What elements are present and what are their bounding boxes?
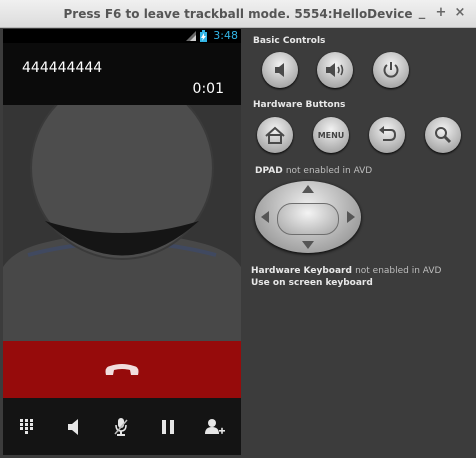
basic-controls-label: Basic Controls	[253, 36, 326, 46]
maximize-button[interactable]: +	[433, 5, 449, 21]
power-icon	[383, 62, 399, 78]
dpad-down-icon[interactable]	[302, 241, 314, 249]
speaker-icon	[67, 418, 78, 435]
back-arrow-icon	[379, 126, 397, 141]
battery-icon	[200, 30, 207, 42]
speaker-button[interactable]	[50, 398, 97, 455]
search-icon	[435, 127, 452, 144]
minimize-button[interactable]: _	[414, 5, 430, 21]
signal-icon	[186, 31, 196, 41]
dpad-label: DPAD not enabled in AVD	[255, 166, 372, 176]
volume-up-icon	[326, 63, 344, 77]
menu-button[interactable]: MENU	[313, 117, 349, 153]
mute-button[interactable]	[97, 398, 144, 455]
add-contact-icon	[204, 418, 225, 434]
hardware-buttons-label: Hardware Buttons	[253, 100, 346, 110]
end-call-button[interactable]	[3, 341, 241, 398]
hold-button[interactable]	[144, 398, 191, 455]
volume-down-button[interactable]	[262, 52, 298, 88]
hardware-keyboard-title: Hardware Keyboard	[251, 266, 352, 276]
close-button[interactable]: ×	[452, 5, 468, 21]
dpad-right-icon[interactable]	[347, 211, 355, 223]
window-title-bar[interactable]: Press F6 to leave trackball mode. 5554:H…	[0, 0, 476, 28]
call-info: 444444444 0:01	[3, 43, 241, 105]
status-bar: 3:48	[3, 29, 241, 43]
dpad-left-icon[interactable]	[261, 211, 269, 223]
volume-up-button[interactable]	[317, 52, 353, 88]
menu-button-label: MENU	[317, 130, 345, 140]
window-title: Press F6 to leave trackball mode. 5554:H…	[63, 7, 413, 21]
onscreen-keyboard-link[interactable]: Use on screen keyboard	[251, 278, 373, 288]
call-controls-bar	[3, 398, 241, 455]
end-call-icon	[105, 364, 139, 375]
caller-number: 444444444	[22, 60, 103, 76]
add-call-button[interactable]	[191, 398, 238, 455]
microphone-muted-icon	[113, 417, 128, 436]
dialpad-button[interactable]	[3, 398, 50, 455]
status-time: 3:48	[213, 29, 238, 42]
hardware-keyboard-note: not enabled in AVD	[355, 266, 442, 276]
dialpad-icon	[19, 418, 33, 434]
home-icon	[265, 126, 285, 144]
home-button[interactable]	[257, 117, 293, 153]
call-timer: 0:01	[192, 81, 224, 97]
default-contact-avatar-icon	[3, 105, 241, 341]
dpad-center-button[interactable]	[277, 203, 339, 235]
power-button[interactable]	[373, 52, 409, 88]
phone-screen[interactable]: 3:48 444444444 0:01	[3, 29, 241, 455]
dpad-control[interactable]	[255, 181, 361, 253]
back-button[interactable]	[369, 117, 405, 153]
hardware-keyboard-label: Hardware Keyboard not enabled in AVD	[251, 266, 441, 276]
contact-photo	[3, 105, 241, 341]
volume-down-icon	[275, 63, 284, 77]
pause-icon	[161, 419, 174, 434]
dpad-label-title: DPAD	[255, 166, 283, 176]
search-button[interactable]	[425, 117, 461, 153]
dpad-up-icon[interactable]	[302, 185, 314, 193]
dpad-label-note: not enabled in AVD	[285, 166, 373, 176]
